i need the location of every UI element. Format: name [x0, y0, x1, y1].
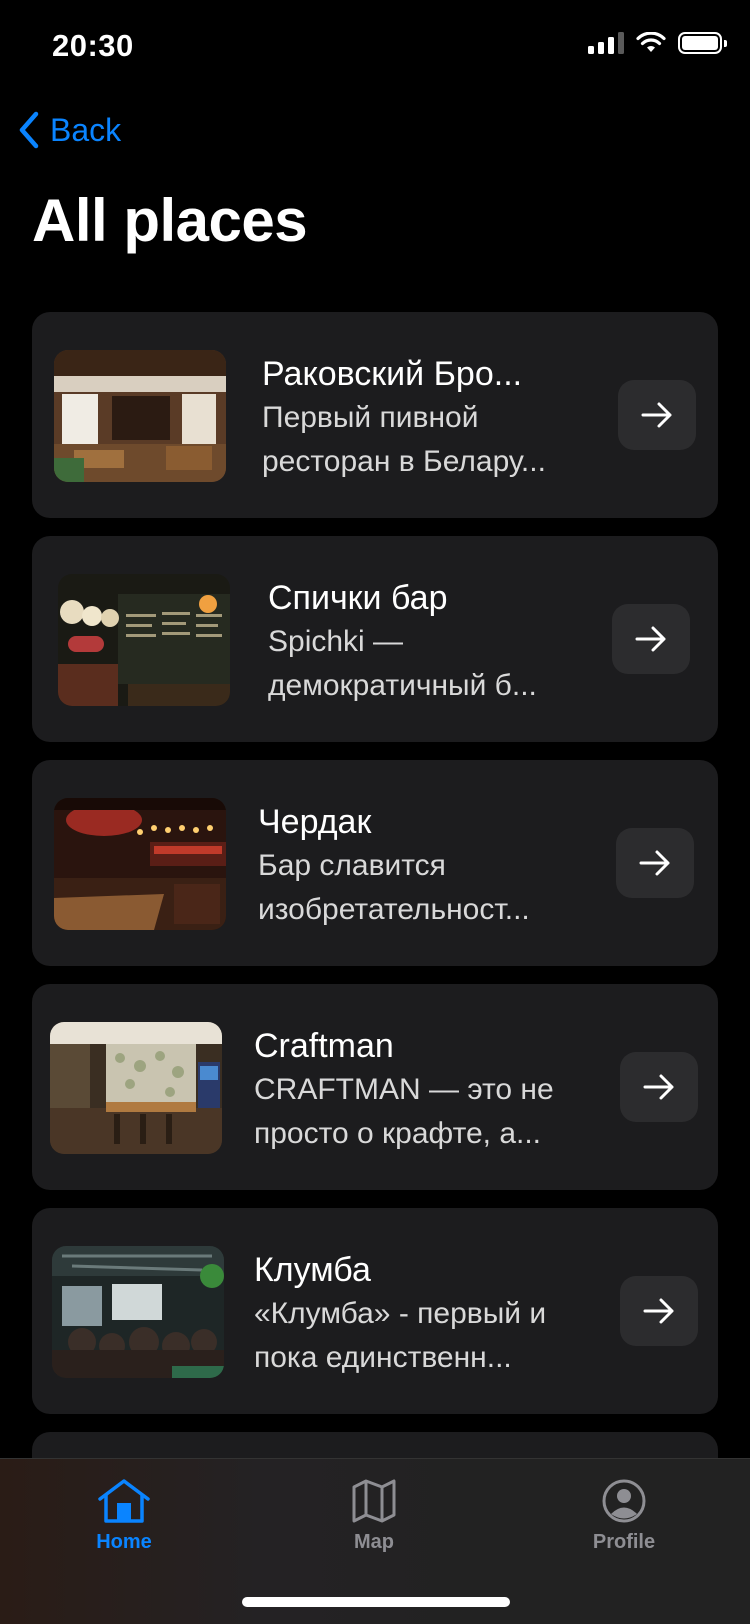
place-card[interactable]: Раковский Бро... Первый пивной ресторан …	[32, 312, 718, 518]
home-indicator	[242, 1597, 510, 1607]
place-description: Первый пивной ресторан в Белару...	[262, 401, 546, 478]
arrow-right-icon	[635, 626, 666, 652]
tab-label: Home	[96, 1531, 152, 1553]
open-place-button[interactable]	[618, 380, 696, 450]
place-card[interactable]: Craftman CRAFTMAN — это не просто о краф…	[32, 984, 718, 1190]
place-photo	[58, 574, 230, 706]
place-photo	[54, 798, 226, 930]
tab-bar: Home Map Profile	[0, 1458, 750, 1624]
house-icon	[98, 1479, 150, 1523]
place-description: «Клумба» - первый и пока единственн...	[254, 1297, 547, 1374]
place-title: Спички бар	[268, 579, 448, 617]
person-circle-icon	[602, 1479, 646, 1523]
open-place-button[interactable]	[616, 828, 694, 898]
tab-label: Profile	[592, 1531, 656, 1553]
tab-map[interactable]: Map	[294, 1477, 454, 1554]
place-photo	[52, 1246, 224, 1378]
open-place-button[interactable]	[620, 1276, 698, 1346]
place-title: Craftman	[254, 1027, 394, 1065]
open-place-button[interactable]	[612, 604, 690, 674]
place-description: Бар славится изобретательност...	[258, 849, 530, 926]
back-label: Back	[50, 111, 122, 148]
wifi-icon	[636, 32, 666, 52]
open-place-button[interactable]	[620, 1052, 698, 1122]
place-info: Спички бар Spichki — демократичный б...	[268, 576, 598, 708]
place-description: Spichki — демократичный б...	[268, 625, 537, 702]
place-card[interactable]: Спички бар Spichki — демократичный б...	[32, 536, 718, 742]
arrow-right-icon	[643, 1298, 674, 1324]
place-card[interactable]: Чердак Бар славится изобретательност...	[32, 760, 718, 966]
tab-home[interactable]: Home	[44, 1477, 204, 1554]
place-photo	[54, 350, 226, 482]
status-icons	[588, 32, 727, 54]
place-title: Чердак	[258, 803, 372, 841]
place-description: CRAFTMAN — это не просто о крафте, а...	[254, 1073, 554, 1150]
status-bar: 20:30	[0, 0, 750, 96]
tab-profile[interactable]: Profile	[544, 1477, 704, 1554]
screen: 20:30 Back All places Раковский Бро... П…	[0, 0, 750, 1624]
arrow-right-icon	[639, 850, 670, 876]
cellular-signal-icon	[588, 32, 624, 54]
map-icon	[352, 1479, 396, 1523]
arrow-right-icon	[641, 402, 672, 428]
back-button[interactable]: Back	[16, 110, 121, 150]
places-list: Раковский Бро... Первый пивной ресторан …	[32, 312, 718, 1432]
chevron-left-icon	[19, 111, 39, 149]
page-title: All places	[32, 187, 308, 254]
place-info: Craftman CRAFTMAN — это не просто о краф…	[254, 1024, 584, 1156]
place-info: Клумба «Клумба» - первый и пока единстве…	[254, 1248, 584, 1380]
arrow-right-icon	[643, 1074, 674, 1100]
place-title: Клумба	[254, 1251, 371, 1289]
place-card[interactable]: Клумба «Клумба» - первый и пока единстве…	[32, 1208, 718, 1414]
tab-label: Map	[354, 1531, 394, 1553]
place-info: Чердак Бар славится изобретательност...	[258, 800, 588, 932]
status-time: 20:30	[52, 28, 134, 63]
place-photo	[50, 1022, 222, 1154]
battery-icon	[678, 32, 727, 54]
place-info: Раковский Бро... Первый пивной ресторан …	[262, 352, 592, 484]
place-title: Раковский Бро...	[262, 355, 523, 393]
